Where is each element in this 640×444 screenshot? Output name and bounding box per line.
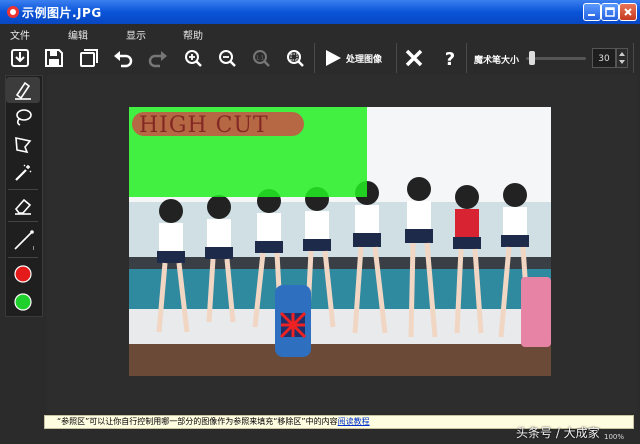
zoom-in-icon [185, 50, 202, 67]
open-icon [11, 49, 29, 67]
brush-size-slider[interactable] [526, 57, 586, 60]
title-bar: 示例图片.JPG [0, 0, 640, 24]
sidebar-divider [8, 257, 38, 258]
undo-icon [114, 51, 133, 68]
watermark-text: 头条号 / 大成家 [516, 426, 600, 440]
process-image-button[interactable]: 处理图像 [320, 45, 390, 71]
zoom-in-button[interactable] [180, 45, 206, 71]
eraser-tool-button[interactable] [6, 193, 40, 219]
zoom-level: 100% [604, 433, 625, 441]
save-as-button[interactable] [76, 45, 102, 71]
save-button[interactable] [41, 45, 67, 71]
app-icon [7, 6, 19, 18]
brush-size-label: 魔术笔大小 [474, 56, 520, 66]
save-icon [45, 49, 63, 67]
line-tool-button[interactable] [6, 226, 40, 252]
svg-text:?: ? [445, 49, 455, 68]
magic-wand-icon [15, 164, 32, 181]
play-icon [326, 50, 341, 66]
polygon-lasso-icon [15, 136, 32, 154]
menu-help[interactable]: 帮助 [183, 27, 203, 42]
maximize-button[interactable] [601, 3, 619, 21]
undo-button[interactable] [110, 45, 136, 71]
cancel-button[interactable] [401, 45, 427, 71]
zoom-fit-icon [287, 50, 304, 67]
zoom-out-button[interactable] [214, 45, 240, 71]
lasso-icon [16, 109, 32, 126]
red-brush-button[interactable] [6, 261, 40, 287]
marker-icon [15, 81, 31, 100]
menu-edit[interactable]: 编辑 [68, 27, 88, 42]
toolbar-divider [633, 43, 634, 73]
lasso-tool-button[interactable] [6, 104, 40, 130]
toolbar-divider [314, 43, 315, 73]
copy-icon [80, 49, 98, 67]
brush-size-slider-thumb[interactable] [528, 51, 535, 65]
fit-window-button[interactable] [282, 45, 308, 71]
close-window-button[interactable] [619, 3, 637, 21]
process-image-label: 处理图像 [346, 55, 383, 65]
green-dot-icon [14, 293, 32, 311]
redo-icon [148, 51, 167, 68]
tip-text: “参照区”可以让你自行控制用哪一部分的图像作为参照来填充“移除区”中的内容 [57, 417, 338, 426]
menu-bar: 文件 编辑 显示 帮助 [0, 24, 640, 42]
menu-file[interactable]: 文件 [10, 27, 30, 42]
read-tutorial-link[interactable]: 阅读教程 [338, 417, 370, 426]
question-icon: ? [445, 49, 455, 68]
zoom-out-icon [219, 50, 236, 67]
redo-button[interactable] [145, 45, 171, 71]
line-icon [14, 230, 34, 250]
spinner-arrows-icon [619, 52, 625, 64]
help-button[interactable]: ? [437, 45, 463, 71]
toolbar-divider [466, 43, 467, 73]
photo-image: HIGH CUT [129, 107, 551, 376]
window-title: 示例图片.JPG [22, 6, 102, 20]
eraser-icon [14, 198, 32, 215]
svg-text:1:1: 1:1 [256, 56, 264, 62]
brush-size-input[interactable]: 30 [592, 48, 616, 68]
close-icon [405, 49, 423, 67]
logo-text: HIGH CUT [139, 113, 269, 138]
green-brush-button[interactable] [6, 289, 40, 315]
minimize-button[interactable] [583, 3, 601, 21]
sidebar-divider [8, 189, 38, 190]
open-button[interactable] [7, 45, 33, 71]
polygon-lasso-tool-button[interactable] [6, 132, 40, 158]
toolbar-divider [396, 43, 397, 73]
actual-size-button[interactable]: 1:1 [248, 45, 274, 71]
zoom-actual-icon: 1:1 [253, 50, 270, 67]
photo-preview[interactable]: HIGH CUT [129, 107, 551, 376]
menu-view[interactable]: 显示 [126, 27, 146, 42]
marker-tool-button[interactable] [6, 77, 40, 103]
magic-wand-tool-button[interactable] [6, 160, 40, 186]
red-dot-icon [14, 265, 32, 283]
sidebar-divider [8, 221, 38, 222]
brush-size-spinner[interactable] [616, 48, 628, 68]
